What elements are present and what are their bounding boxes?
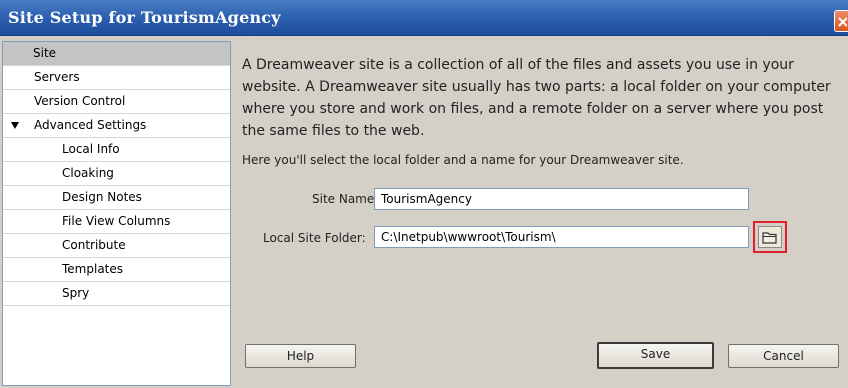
sidebar-item-label: Advanced Settings bbox=[34, 118, 147, 132]
sidebar-item-templates[interactable]: Templates bbox=[3, 258, 230, 282]
sidebar-item-file-view-columns[interactable]: File View Columns bbox=[3, 210, 230, 234]
local-site-folder-input[interactable] bbox=[374, 226, 749, 248]
browse-highlight bbox=[753, 221, 787, 253]
site-name-label: Site Name: bbox=[312, 192, 379, 206]
close-icon bbox=[838, 17, 847, 27]
sidebar-item-label: Templates bbox=[62, 262, 124, 276]
save-button[interactable]: Save bbox=[597, 342, 714, 369]
instruction-text: Here you'll select the local folder and … bbox=[242, 153, 684, 167]
sidebar-item-design-notes[interactable]: Design Notes bbox=[3, 186, 230, 210]
sidebar-item-version-control[interactable]: Version Control bbox=[3, 90, 230, 114]
sidebar-item-label: Cloaking bbox=[62, 166, 114, 180]
sidebar-item-label: Design Notes bbox=[62, 190, 142, 204]
sidebar-item-site[interactable]: Site bbox=[3, 42, 230, 66]
site-name-input[interactable] bbox=[374, 188, 749, 210]
sidebar-item-local-info[interactable]: Local Info bbox=[3, 138, 230, 162]
expand-triangle-icon[interactable] bbox=[11, 122, 19, 129]
sidebar-item-label: Version Control bbox=[34, 94, 126, 108]
browse-folder-button[interactable] bbox=[758, 226, 782, 248]
cancel-button[interactable]: Cancel bbox=[728, 344, 839, 368]
category-sidebar: Site Servers Version Control Advanced Se… bbox=[2, 41, 231, 386]
sidebar-item-contribute[interactable]: Contribute bbox=[3, 234, 230, 258]
close-button[interactable] bbox=[834, 10, 848, 32]
sidebar-item-label: Servers bbox=[34, 70, 80, 84]
sidebar-item-label: Local Info bbox=[62, 142, 120, 156]
sidebar-item-label: Contribute bbox=[62, 238, 126, 252]
sidebar-item-cloaking[interactable]: Cloaking bbox=[3, 162, 230, 186]
folder-icon bbox=[762, 232, 777, 244]
sidebar-item-advanced-settings[interactable]: Advanced Settings bbox=[3, 114, 230, 138]
sidebar-item-label: File View Columns bbox=[62, 214, 171, 228]
title-bar: Site Setup for TourismAgency bbox=[0, 0, 848, 36]
sidebar-item-spry[interactable]: Spry bbox=[3, 282, 230, 306]
sidebar-item-label: Spry bbox=[62, 286, 90, 300]
site-setup-dialog: Site Setup for TourismAgency Site Server… bbox=[0, 0, 848, 388]
site-settings-panel: A Dreamweaver site is a collection of al… bbox=[232, 41, 848, 388]
help-button[interactable]: Help bbox=[245, 344, 356, 368]
local-site-folder-label: Local Site Folder: bbox=[263, 231, 366, 245]
sidebar-item-servers[interactable]: Servers bbox=[3, 66, 230, 90]
site-description: A Dreamweaver site is a collection of al… bbox=[242, 57, 831, 139]
dialog-title: Site Setup for TourismAgency bbox=[8, 8, 281, 27]
sidebar-item-label: Site bbox=[33, 46, 57, 60]
